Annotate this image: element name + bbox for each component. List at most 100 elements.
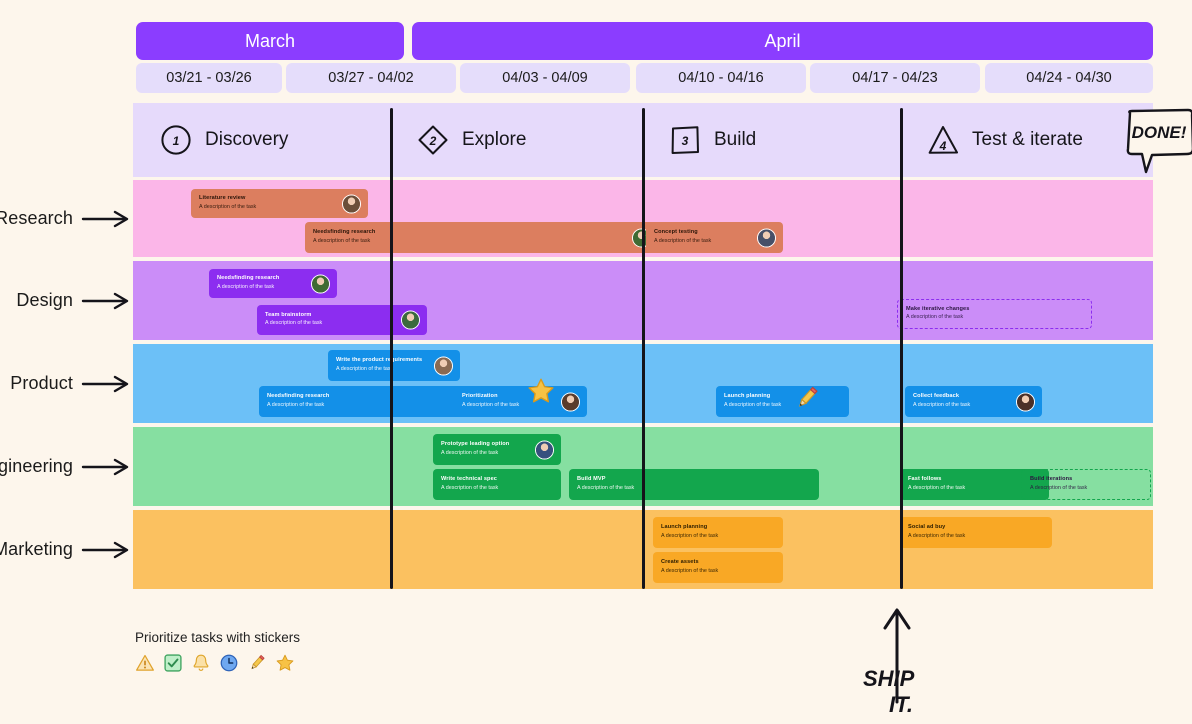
month-label: April — [764, 30, 801, 51]
task-card-description: A description of the task — [441, 484, 499, 491]
diamond-number-icon: 2 — [416, 123, 450, 157]
task-card[interactable]: Needsfinding research A description of th… — [305, 222, 658, 253]
svg-text:1: 1 — [173, 134, 180, 148]
task-card[interactable]: Launch planning A description of the task — [716, 386, 849, 417]
task-card-description: A description of the task — [265, 320, 323, 327]
lane-arrow-icon — [81, 541, 129, 558]
phase-column-discovery[interactable]: 1 Discovery — [133, 103, 390, 177]
assignee-avatar[interactable] — [434, 356, 453, 375]
assignee-avatar[interactable] — [757, 228, 776, 247]
task-card[interactable]: Launch planning A description of the task — [653, 517, 783, 548]
ship-it-line-1: SHIP — [863, 666, 915, 691]
lane-label-text: Product — [10, 373, 73, 393]
week-header-cell[interactable]: 04/10 - 04/16 — [636, 63, 806, 93]
svg-text:4: 4 — [939, 139, 947, 153]
phase-column-explore[interactable]: 2 Explore — [390, 103, 642, 177]
week-range-label: 03/27 - 04/02 — [328, 70, 414, 86]
task-card-title: Create assets — [661, 559, 699, 566]
task-card-description: A description of the task — [661, 532, 719, 539]
task-card[interactable]: Literature review A description of the ta… — [191, 189, 368, 218]
phase-label: Build — [714, 129, 757, 150]
task-card[interactable]: Make iterative changes A description of t… — [897, 299, 1092, 329]
task-card-description: A description of the task — [724, 401, 782, 408]
task-card-title: Social ad buy — [908, 524, 946, 531]
task-card[interactable]: Write technical spec A description of the… — [433, 469, 561, 500]
task-card-description: A description of the task — [661, 567, 719, 574]
triangle-number-icon: 4 — [926, 123, 960, 157]
done-sticker-label: DONE! — [1132, 123, 1187, 142]
phase-label: Explore — [462, 129, 527, 150]
month-header-march[interactable]: March — [136, 22, 404, 60]
assignee-avatar[interactable] — [401, 310, 420, 330]
task-card[interactable]: Team brainstorm A description of the task — [257, 305, 427, 335]
assignee-avatar[interactable] — [535, 440, 554, 459]
task-card[interactable]: Prototype leading option A description of… — [433, 434, 561, 465]
lane-label-product[interactable]: Product — [0, 344, 133, 423]
lane-label-text: Design — [16, 290, 73, 310]
week-header-cell[interactable]: 03/27 - 04/02 — [286, 63, 456, 93]
task-card-title: Team brainstorm — [265, 311, 312, 318]
task-card-description: A description of the task — [908, 532, 966, 539]
week-range-label: 04/10 - 04/16 — [678, 70, 764, 86]
assignee-avatar[interactable] — [1016, 392, 1035, 411]
week-header-cell[interactable]: 04/17 - 04/23 — [810, 63, 980, 93]
ship-it-annotation: SHIP IT. — [845, 594, 985, 719]
task-card[interactable]: Create assets A description of the task — [653, 552, 783, 583]
task-card[interactable]: Collect feedback A description of the tas… — [905, 386, 1042, 417]
month-header-april[interactable]: April — [412, 22, 1153, 60]
lane-arrow-icon — [81, 292, 129, 309]
task-card[interactable]: Prioritization A description of the task — [454, 386, 587, 417]
ship-it-line-2: IT. — [889, 692, 913, 717]
circle-number-icon: 1 — [159, 123, 193, 157]
task-card-description: A description of the task — [313, 237, 371, 244]
svg-text:3: 3 — [682, 134, 689, 148]
lane-label-text: Research — [0, 208, 73, 228]
clock-sticker[interactable] — [219, 653, 239, 673]
lane-label-text: Marketing — [0, 539, 73, 559]
task-card-title: Build MVP — [577, 476, 606, 483]
bell-sticker[interactable] — [191, 653, 211, 673]
lane-label-engineering[interactable]: Engineering — [0, 427, 133, 506]
phase-column-test-iterate[interactable]: 4 Test & iterate — [900, 103, 1153, 177]
week-range-label: 04/24 - 04/30 — [1026, 70, 1112, 86]
week-header-cell[interactable]: 03/21 - 03/26 — [136, 63, 282, 93]
warning-sticker[interactable] — [135, 653, 155, 673]
phase-label: Discovery — [205, 129, 289, 150]
week-header-cell[interactable]: 04/24 - 04/30 — [985, 63, 1153, 93]
task-card-title: Write technical spec — [441, 476, 497, 483]
lane-label-design[interactable]: Design — [0, 261, 133, 340]
task-card[interactable]: Build iterations A description of the tas… — [1021, 469, 1151, 500]
task-card-description: A description of the task — [199, 203, 257, 210]
lane-arrow-icon — [81, 458, 129, 475]
task-card-description: A description of the task — [1030, 484, 1088, 491]
phase-column-build[interactable]: 3 Build — [642, 103, 900, 177]
month-label: March — [244, 30, 295, 51]
task-card-title: Make iterative changes — [906, 305, 970, 312]
star-sticker[interactable] — [275, 653, 295, 673]
task-card-title: Launch planning — [724, 393, 771, 400]
task-card[interactable]: Concept testing A description of the task — [646, 222, 783, 253]
assignee-avatar[interactable] — [561, 392, 580, 411]
assignee-avatar[interactable] — [342, 194, 361, 213]
lane-arrow-icon — [81, 375, 129, 392]
lane-label-marketing[interactable]: Marketing — [0, 510, 133, 589]
check-sticker[interactable] — [163, 653, 183, 673]
sticker-legend-caption: Prioritize tasks with stickers — [135, 630, 301, 645]
task-card[interactable]: Needsfinding research A description of th… — [209, 269, 337, 298]
lane-label-research[interactable]: Research — [0, 180, 133, 257]
task-card-title: Needsfinding research — [313, 229, 376, 236]
task-card-title: Launch planning — [661, 524, 708, 531]
task-card-description: A description of the task — [906, 314, 964, 321]
lane-label-text: Engineering — [0, 456, 73, 476]
pencil-sticker[interactable] — [247, 653, 267, 673]
task-card[interactable]: Write the product requirements A descript… — [328, 350, 460, 381]
task-card-description: A description of the task — [577, 484, 635, 491]
task-card[interactable]: Social ad buy A description of the task — [900, 517, 1052, 548]
assignee-avatar[interactable] — [311, 274, 330, 293]
task-card[interactable]: Build MVP A description of the task — [569, 469, 819, 500]
phase-label: Test & iterate — [972, 129, 1083, 150]
task-card-title: Literature review — [199, 195, 246, 202]
week-range-label: 04/17 - 04/23 — [852, 70, 938, 86]
phase-divider-line — [900, 108, 903, 589]
week-header-cell[interactable]: 04/03 - 04/09 — [460, 63, 630, 93]
